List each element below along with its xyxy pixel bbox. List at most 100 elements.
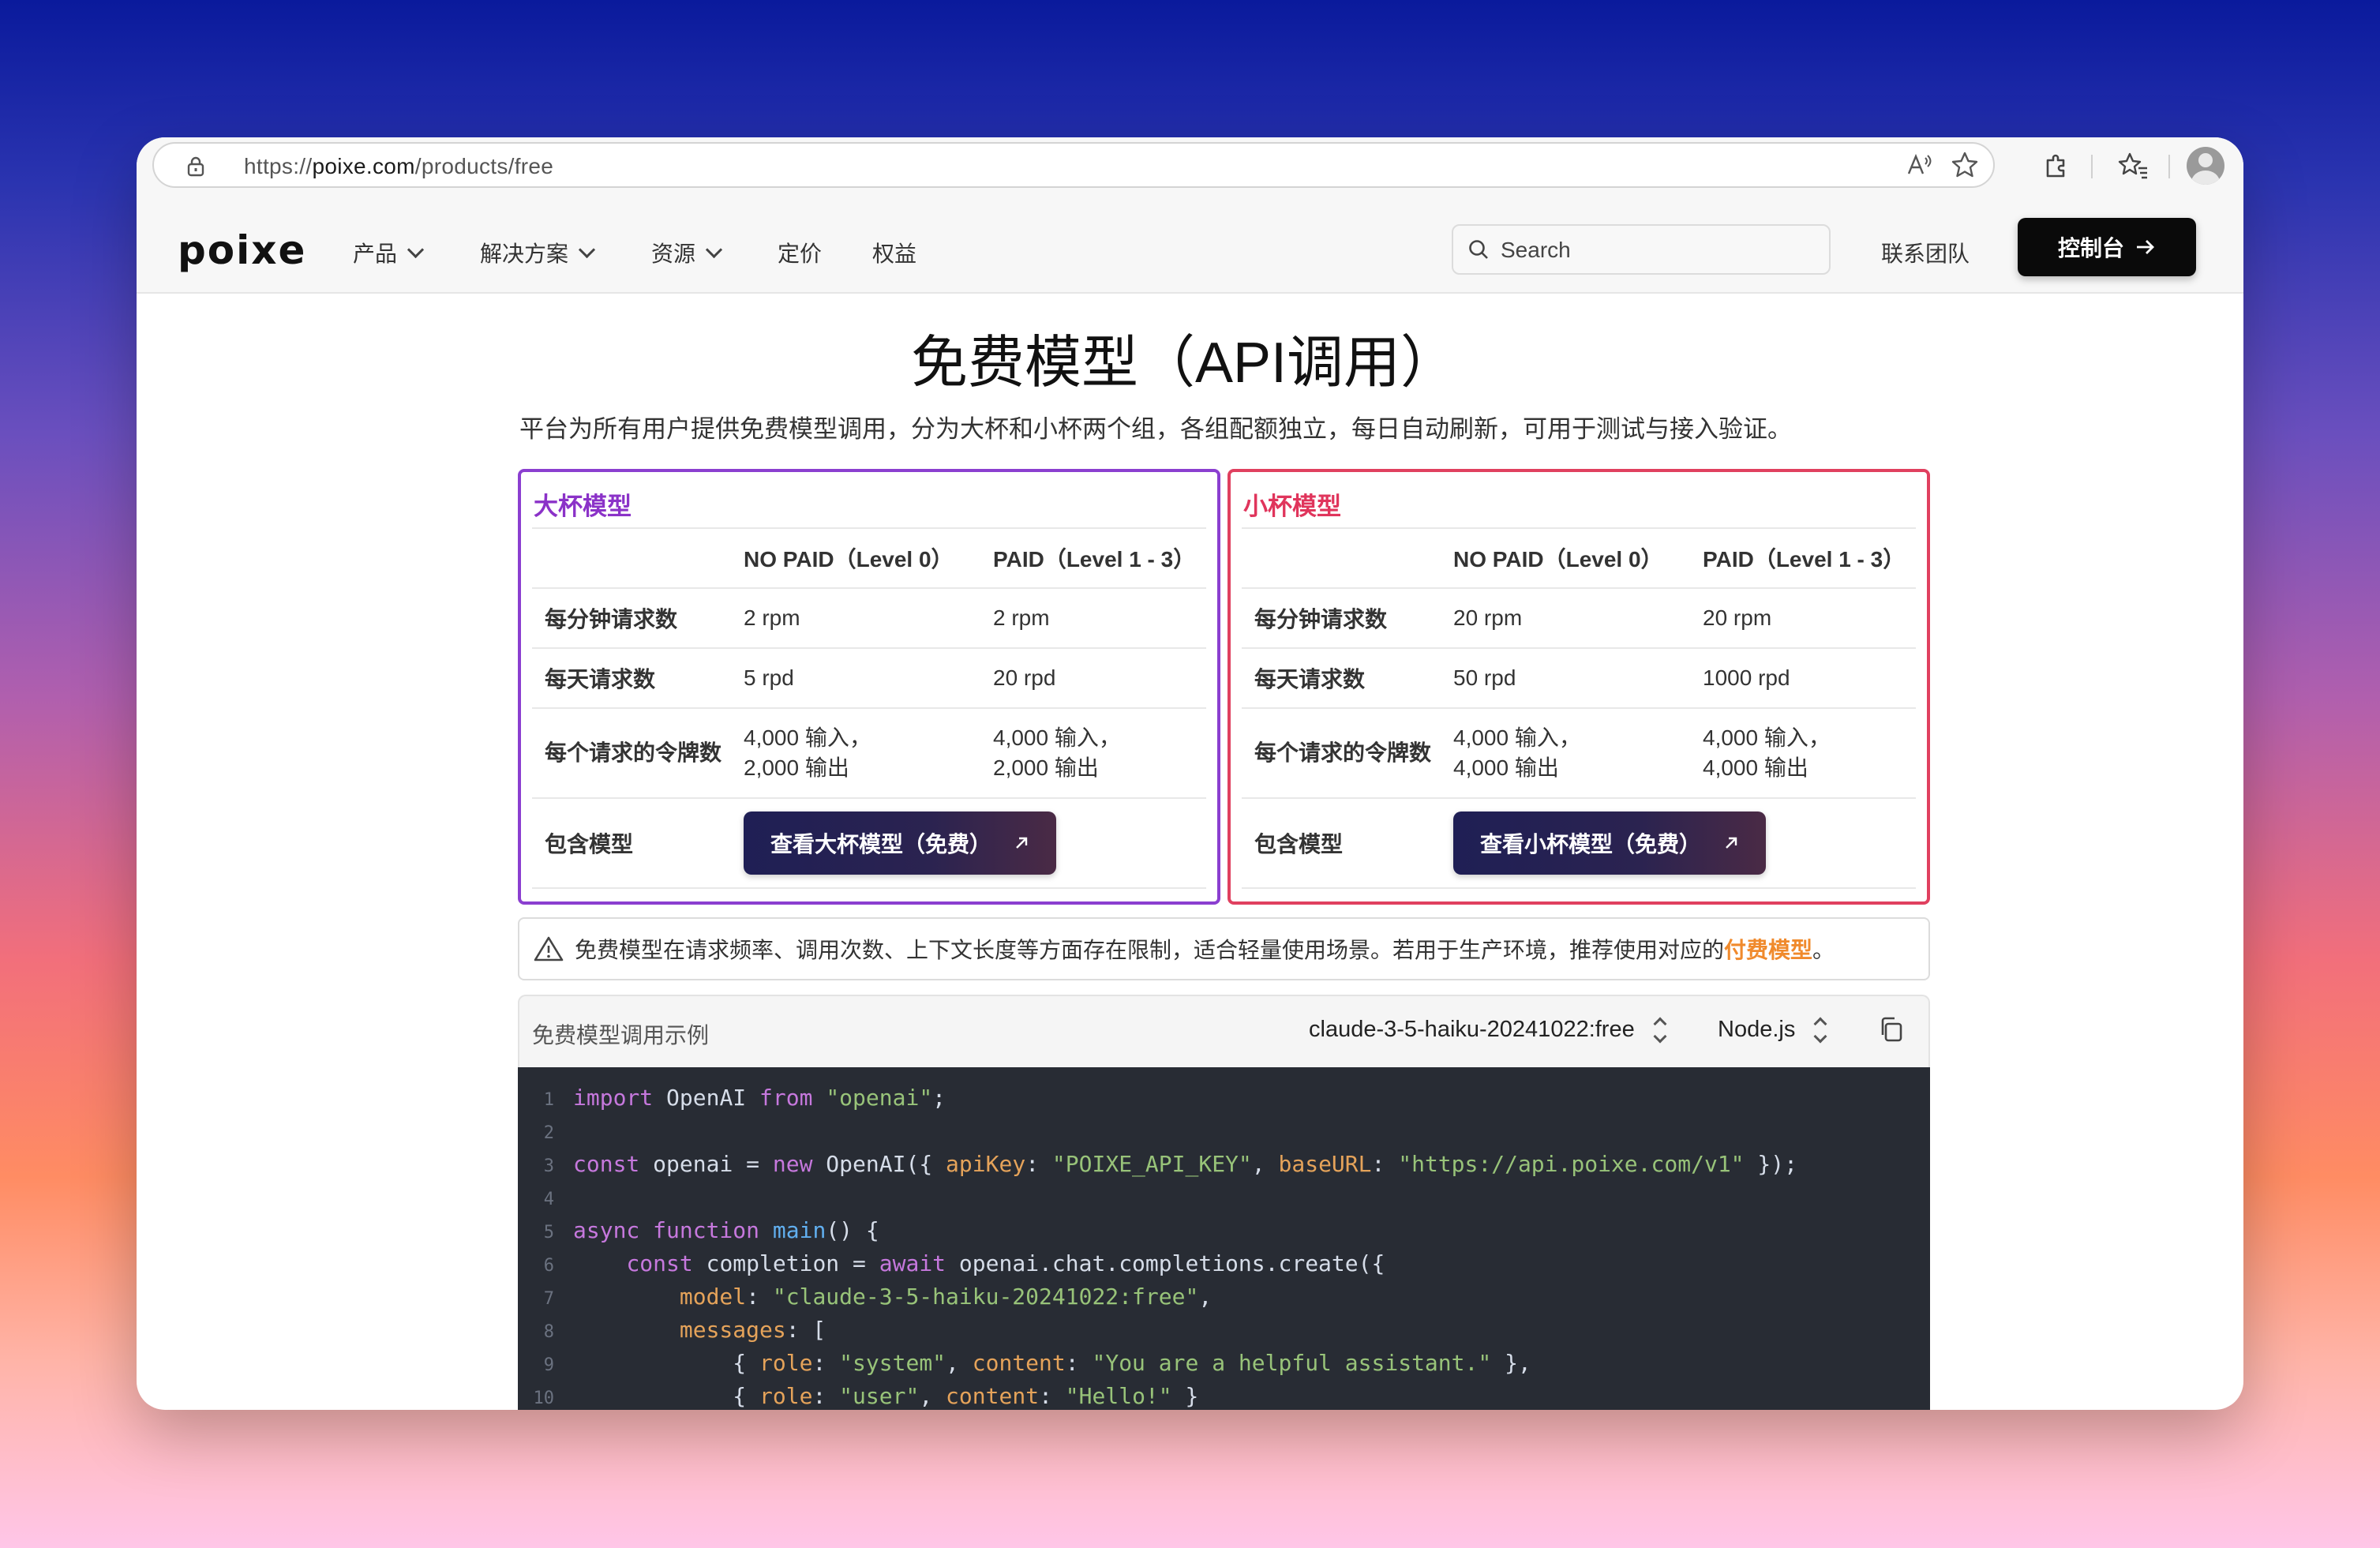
view-small-models-button[interactable]: 查看小杯模型（免费）	[1453, 811, 1767, 875]
page-title: 免费模型（API调用）	[910, 332, 1458, 395]
row-label: 每分钟请求数	[532, 587, 731, 648]
table-header-empty	[1242, 527, 1441, 588]
table-header: PAID（Level 1 - 3）	[980, 527, 1206, 588]
toolbar-divider	[2168, 155, 2170, 178]
external-arrow-icon	[1016, 837, 1028, 849]
page-subtitle: 平台为所有用户提供免费模型调用，分为大杯和小杯两个组，各组配额独立，每日自动刷新…	[519, 415, 1792, 443]
site-header: poixe 产品 解决方案 资源 定价 权益 联系团队 控制台	[137, 213, 2243, 294]
table-cell: 4,000 输入， 2,000 输出	[731, 707, 980, 798]
card-title: 小杯模型	[1243, 493, 1341, 520]
card-title: 大杯模型	[534, 493, 632, 520]
row-label: 每个请求的令牌数	[1242, 707, 1441, 798]
language-select[interactable]: Node.js	[1718, 1017, 1827, 1043]
arrow-right-icon	[2137, 240, 2154, 254]
table-cell: 4,000 输入， 4,000 输出	[1690, 707, 1916, 798]
table-cell: 4,000 输入， 2,000 输出	[980, 707, 1206, 798]
select-updown-icon	[1653, 1017, 1667, 1043]
nav-products[interactable]: 产品	[353, 237, 425, 268]
main-content: 免费模型（API调用） 平台为所有用户提供免费模型调用，分为大杯和小杯两个组，各…	[178, 294, 2191, 1410]
rate-limit-table: NO PAID（Level 0） PAID（Level 1 - 3） 每分钟请求…	[1242, 527, 1916, 889]
table-row: 每个请求的令牌数 4,000 输入， 4,000 输出 4,000 输入， 4,…	[1242, 707, 1916, 798]
browser-toolbar: https://poixe.com/products/free	[137, 137, 2243, 213]
table-cell: 2 rpm	[731, 587, 980, 648]
table-row: 包含模型 查看小杯模型（免费）	[1242, 797, 1916, 889]
lock-icon	[187, 156, 204, 177]
table-row: 每天请求数 5 rpd 20 rpd	[532, 647, 1206, 708]
code-line: 3 const openai = new OpenAI({ apiKey: "PO…	[543, 1151, 1797, 1177]
notice-text: 免费模型在请求频率、调用次数、上下文长度等方面存在限制，适合轻量使用场景。若用于…	[575, 938, 1725, 962]
code-example-label: 免费模型调用示例	[532, 1023, 710, 1048]
copy-icon[interactable]	[1877, 1015, 1906, 1044]
limit-notice: 免费模型在请求频率、调用次数、上下文长度等方面存在限制，适合轻量使用场景。若用于…	[518, 917, 1930, 980]
code-line: 9 { role: "system", content: "You are a …	[543, 1350, 1531, 1376]
console-button[interactable]: 控制台	[2018, 218, 2196, 276]
chevron-down-icon	[407, 241, 425, 258]
extensions-icon[interactable]	[2039, 148, 2074, 183]
table-row: 每天请求数 50 rpd 1000 rpd	[1242, 647, 1916, 708]
search-icon	[1469, 240, 1488, 259]
table-cell: 查看小杯模型（免费）	[1441, 797, 1916, 889]
external-arrow-icon	[1726, 837, 1737, 849]
contact-team-link[interactable]: 联系团队	[1881, 237, 1970, 268]
select-updown-icon	[1813, 1017, 1827, 1043]
favorite-star-icon[interactable]	[1947, 148, 1982, 182]
small-cup-card: 小杯模型 NO PAID（Level 0） PAID（Level 1 - 3） …	[1227, 469, 1930, 905]
table-header: NO PAID（Level 0）	[1441, 527, 1690, 588]
table-cell: 4,000 输入， 4,000 输出	[1441, 707, 1690, 798]
search-box[interactable]	[1452, 224, 1831, 275]
read-aloud-icon[interactable]	[1902, 148, 1936, 182]
row-label: 每分钟请求数	[1242, 587, 1441, 648]
search-input[interactable]	[1499, 232, 1818, 268]
nav-pricing[interactable]: 定价	[778, 237, 822, 268]
table-cell: 20 rpm	[1441, 587, 1690, 648]
rate-limit-table: NO PAID（Level 0） PAID（Level 1 - 3） 每分钟请求…	[532, 527, 1206, 889]
table-header: PAID（Level 1 - 3）	[1690, 527, 1916, 588]
row-label: 包含模型	[1242, 797, 1441, 889]
table-row: 每分钟请求数 2 rpm 2 rpm	[532, 587, 1206, 648]
table-cell: 查看大杯模型（免费）	[731, 797, 1206, 889]
url-text: https://poixe.com/products/free	[244, 154, 554, 178]
favorites-list-icon[interactable]	[2116, 148, 2151, 183]
nav-benefits[interactable]: 权益	[872, 237, 916, 268]
row-label: 每天请求数	[532, 647, 731, 708]
big-cup-card: 大杯模型 NO PAID（Level 0） PAID（Level 1 - 3） …	[518, 469, 1220, 905]
address-bar[interactable]: https://poixe.com/products/free	[152, 142, 1995, 188]
toolbar-divider	[2091, 155, 2093, 178]
code-line: 6 const completion = await openai.chat.c…	[543, 1250, 1385, 1276]
code-block[interactable]: 1 import OpenAI from "openai"; 2 3 const o…	[518, 1067, 1930, 1410]
code-line: 4	[543, 1190, 554, 1209]
chevron-down-icon	[705, 241, 723, 258]
table-cell: 1000 rpd	[1690, 647, 1916, 708]
table-header-empty	[532, 527, 731, 588]
table-header-row: NO PAID（Level 0） PAID（Level 1 - 3）	[532, 527, 1206, 588]
table-row: 每个请求的令牌数 4,000 输入， 2,000 输出 4,000 输入， 2,…	[532, 707, 1206, 798]
browser-window: https://poixe.com/products/free poixe 产品…	[137, 137, 2243, 1410]
table-cell: 20 rpm	[1690, 587, 1916, 648]
table-header-row: NO PAID（Level 0） PAID（Level 1 - 3）	[1242, 527, 1916, 588]
model-select[interactable]: claude-3-5-haiku-20241022:free	[1309, 1017, 1667, 1043]
table-header: NO PAID（Level 0）	[731, 527, 980, 588]
profile-avatar[interactable]	[2187, 147, 2224, 185]
chevron-down-icon	[578, 241, 596, 258]
table-row: 每分钟请求数 20 rpm 20 rpm	[1242, 587, 1916, 648]
code-line: 8 messages: [	[543, 1317, 826, 1343]
code-example-header: 免费模型调用示例 claude-3-5-haiku-20241022:free …	[518, 995, 1930, 1067]
paid-models-link[interactable]: 付费模型	[1724, 933, 1812, 965]
code-line: 2	[543, 1123, 554, 1143]
table-cell: 20 rpd	[980, 647, 1206, 708]
poixe-logo[interactable]: poixe	[178, 227, 306, 273]
table-cell: 50 rpd	[1441, 647, 1690, 708]
code-line: 7 model: "claude-3-5-haiku-20241022:free…	[543, 1284, 1212, 1310]
code-line: 1 import OpenAI from "openai";	[543, 1085, 946, 1111]
nav-solutions[interactable]: 解决方案	[480, 237, 596, 268]
row-label: 包含模型	[532, 797, 731, 889]
nav-resources[interactable]: 资源	[651, 237, 723, 268]
code-line: 10 { role: "user", content: "Hello!" }	[533, 1383, 1199, 1409]
warning-icon	[534, 936, 564, 961]
table-cell: 2 rpm	[980, 587, 1206, 648]
row-label: 每个请求的令牌数	[532, 707, 731, 798]
notice-end: 。	[1812, 938, 1835, 962]
code-line: 5 async function main() {	[543, 1217, 879, 1243]
table-row: 包含模型 查看大杯模型（免费）	[532, 797, 1206, 889]
view-big-models-button[interactable]: 查看大杯模型（免费）	[744, 811, 1057, 875]
